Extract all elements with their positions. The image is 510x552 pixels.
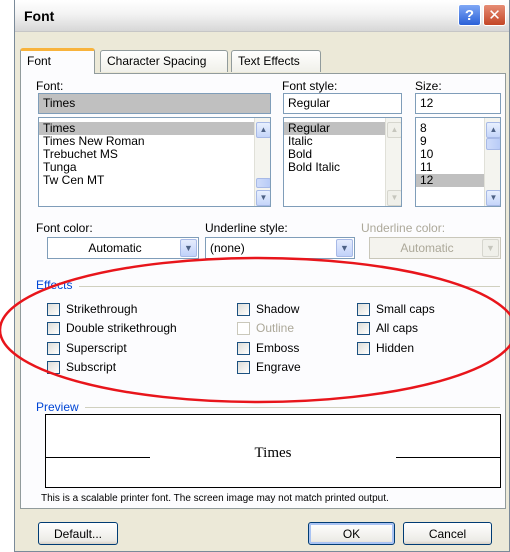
preview-baseline-right	[396, 457, 500, 458]
tab-strip: Font Character Spacing Text Effects	[20, 48, 321, 74]
preview-box: Times	[45, 414, 501, 488]
title-bar: Font ? ✕	[15, 0, 509, 32]
tab-character-spacing[interactable]: Character Spacing	[100, 50, 228, 72]
font-tab-panel: Font: Times Times Times New Roman Trebuc…	[20, 73, 506, 509]
font-color-label: Font color:	[36, 221, 93, 235]
checkbox-icon[interactable]	[357, 321, 370, 335]
underline-color-select: Automatic ▼	[369, 237, 501, 259]
underline-style-select[interactable]: (none) ▼	[205, 237, 355, 259]
help-button[interactable]: ?	[458, 4, 481, 26]
font-style-label: Font style:	[282, 79, 338, 93]
outline-label: Outline	[256, 321, 295, 335]
small-caps-label: Small caps	[376, 302, 435, 316]
shadow-checkbox[interactable]: Shadow	[237, 302, 299, 316]
superscript-checkbox[interactable]: Superscript	[47, 341, 127, 355]
question-mark-icon: ?	[464, 6, 475, 24]
effects-divider	[79, 286, 500, 287]
tab-character-spacing-label: Character Spacing	[107, 54, 207, 68]
tab-text-effects[interactable]: Text Effects	[231, 50, 321, 72]
all-caps-checkbox[interactable]: All caps	[357, 321, 418, 335]
scroll-down-icon[interactable]: ▼	[256, 190, 270, 206]
strikethrough-checkbox[interactable]: Strikethrough	[47, 302, 137, 316]
list-item[interactable]: 12	[416, 174, 484, 187]
font-label: Font:	[36, 79, 64, 93]
emboss-checkbox[interactable]: Emboss	[237, 341, 299, 355]
checkbox-icon[interactable]	[237, 341, 250, 355]
checkbox-icon	[237, 321, 250, 335]
underline-color-value: Automatic	[400, 241, 454, 255]
font-info-note: This is a scalable printer font. The scr…	[41, 493, 389, 504]
checkbox-icon[interactable]	[47, 302, 60, 316]
effects-group-label: Effects	[36, 278, 73, 292]
default-button[interactable]: Default...	[38, 522, 118, 545]
outline-checkbox: Outline	[237, 321, 294, 335]
chevron-down-icon[interactable]: ▼	[180, 239, 197, 257]
font-list-scrollbar[interactable]: ▲ ▼	[254, 118, 270, 206]
scroll-thumb[interactable]	[486, 138, 500, 150]
emboss-label: Emboss	[256, 341, 300, 355]
scroll-thumb[interactable]	[256, 178, 270, 188]
underline-color-label: Underline color:	[361, 221, 446, 235]
superscript-label: Superscript	[66, 341, 127, 355]
size-input[interactable]: 12	[415, 93, 501, 114]
font-style-input[interactable]: Regular	[283, 93, 402, 114]
font-name-input[interactable]: Times	[38, 93, 271, 114]
cancel-button-label: Cancel	[428, 526, 467, 541]
engrave-checkbox[interactable]: Engrave	[237, 360, 301, 374]
engrave-label: Engrave	[256, 360, 301, 374]
font-color-select[interactable]: Automatic ▼	[47, 237, 199, 259]
checkbox-icon[interactable]	[357, 341, 370, 355]
close-button[interactable]: ✕	[483, 4, 506, 26]
font-style-scrollbar[interactable]: ▲ ▼	[385, 118, 401, 206]
default-button-label: Default...	[53, 526, 103, 541]
scroll-up-icon[interactable]: ▲	[256, 122, 270, 138]
font-name-list[interactable]: Times Times New Roman Trebuchet MS Tunga…	[38, 117, 271, 207]
ok-button-label: OK	[342, 526, 361, 541]
chevron-down-icon: ▼	[482, 239, 499, 257]
double-strikethrough-label: Double strikethrough	[66, 321, 177, 335]
size-list-scrollbar[interactable]: ▲ ▼	[484, 118, 500, 206]
preview-sample-text: Times	[254, 445, 292, 461]
double-strikethrough-checkbox[interactable]: Double strikethrough	[47, 321, 177, 335]
subscript-checkbox[interactable]: Subscript	[47, 360, 116, 374]
tab-text-effects-label: Text Effects	[238, 54, 300, 68]
underline-style-label: Underline style:	[205, 221, 288, 235]
chevron-down-icon[interactable]: ▼	[336, 239, 353, 257]
tab-font-label: Font	[27, 54, 52, 68]
checkbox-icon[interactable]	[357, 302, 370, 316]
shadow-label: Shadow	[256, 302, 300, 316]
preview-group-label: Preview	[36, 400, 79, 414]
checkbox-icon[interactable]	[47, 321, 60, 335]
hidden-label: Hidden	[376, 341, 415, 355]
close-icon: ✕	[488, 7, 501, 24]
font-style-list[interactable]: Regular Italic Bold Bold Italic ▲ ▼	[283, 117, 402, 207]
all-caps-label: All caps	[376, 321, 419, 335]
scroll-down-icon[interactable]: ▼	[486, 190, 500, 206]
dialog-title: Font	[24, 8, 55, 24]
ok-button[interactable]: OK	[308, 522, 395, 545]
checkbox-icon[interactable]	[47, 341, 60, 355]
scroll-up-icon: ▲	[387, 122, 401, 138]
list-item[interactable]: Bold Italic	[284, 161, 401, 174]
checkbox-icon[interactable]	[237, 360, 250, 374]
underline-style-value: (none)	[210, 241, 245, 255]
checkbox-icon[interactable]	[237, 302, 250, 316]
subscript-label: Subscript	[66, 360, 117, 374]
preview-divider	[85, 407, 500, 408]
strikethrough-label: Strikethrough	[66, 302, 138, 316]
size-label: Size:	[415, 79, 442, 93]
font-color-value: Automatic	[88, 241, 142, 255]
list-item[interactable]: Tw Cen MT	[39, 174, 270, 187]
hidden-checkbox[interactable]: Hidden	[357, 341, 414, 355]
font-dialog: Font ? ✕ Font Character Spacing Text Eff…	[14, 0, 510, 552]
small-caps-checkbox[interactable]: Small caps	[357, 302, 435, 316]
scroll-down-icon: ▼	[387, 190, 401, 206]
tab-font[interactable]: Font	[20, 48, 95, 74]
size-list[interactable]: 8 9 10 11 12 ▲ ▼	[415, 117, 501, 207]
cancel-button[interactable]: Cancel	[403, 522, 492, 545]
checkbox-icon[interactable]	[47, 360, 60, 374]
scroll-up-icon[interactable]: ▲	[486, 122, 500, 138]
